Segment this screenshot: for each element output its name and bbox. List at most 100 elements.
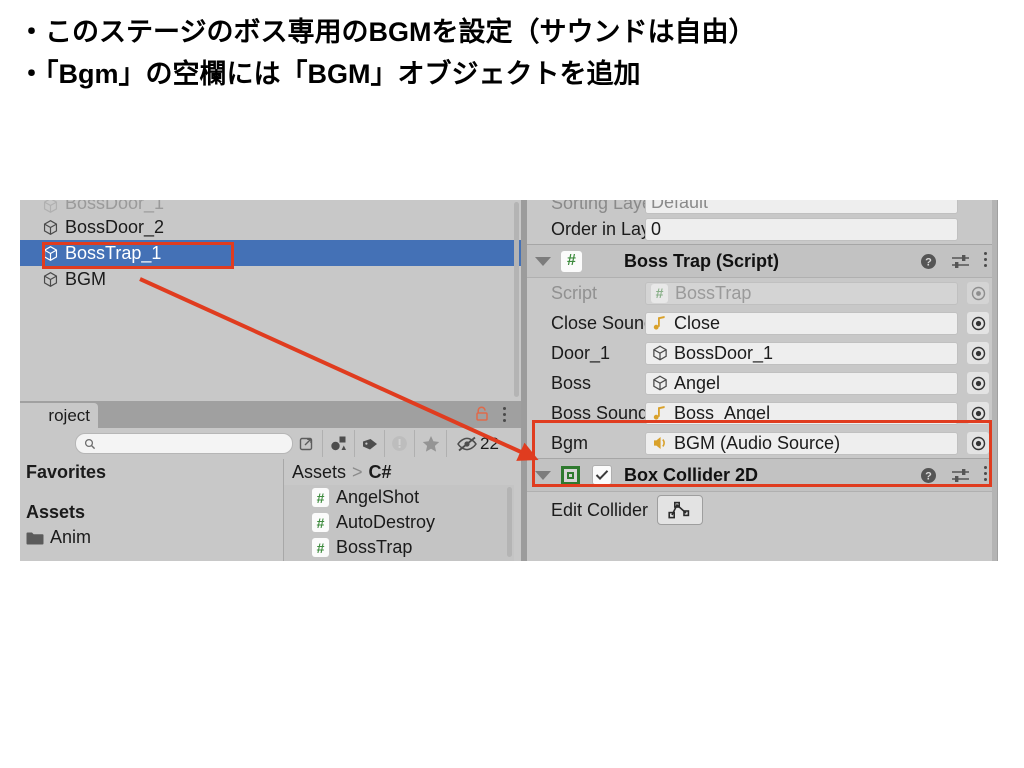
chevron-down-icon[interactable] (535, 256, 551, 266)
kebab-menu-icon[interactable] (984, 466, 988, 484)
audio-clip-icon (653, 316, 665, 330)
target-picker-icon[interactable] (967, 342, 989, 364)
object-field-close-sound[interactable]: Close (645, 311, 958, 335)
object-picker[interactable] (964, 402, 992, 424)
hierarchy-item-bossdoor-1[interactable]: BossDoor_1 (20, 200, 521, 214)
filter-by-label-button[interactable] (354, 430, 384, 457)
assets-header: Assets (26, 502, 86, 522)
assets-list: # AngelShot # AutoDestroy # BossTrap (284, 485, 514, 561)
list-item[interactable]: # BossTrap (284, 535, 514, 560)
object-picker[interactable] (964, 432, 992, 454)
order-in-layer-label: Order in Layer (551, 218, 667, 239)
component-header-boss-trap[interactable]: # Boss Trap (Script) ? (527, 244, 998, 278)
field-value: BossDoor_1 (674, 342, 774, 363)
box-collider-2d-icon (561, 465, 580, 485)
component-enabled-checkbox[interactable] (592, 465, 612, 485)
preset-icon[interactable] (951, 467, 970, 484)
breadcrumb-current[interactable]: C# (369, 462, 392, 483)
field-value: Angel (674, 372, 721, 393)
field-label: Boss (551, 372, 592, 393)
assets-scrollbar[interactable] (507, 487, 512, 557)
filter-by-type-button[interactable] (322, 430, 354, 457)
lock-icon[interactable] (475, 406, 489, 421)
hidden-eye-icon (457, 436, 477, 451)
checkmark-icon (595, 470, 609, 481)
filter-by-type-icon (331, 436, 346, 451)
sorting-layer-label: Sorting Layer (551, 200, 659, 213)
kebab-menu-icon[interactable] (984, 252, 988, 270)
warning-filter-button[interactable] (384, 430, 414, 457)
hidden-objects-button[interactable]: 22 (446, 430, 508, 457)
object-picker[interactable] (964, 342, 992, 364)
search-popout-button[interactable] (294, 430, 320, 457)
tab-project[interactable]: roject (20, 403, 98, 428)
field-value: BGM (Audio Source) (674, 432, 841, 453)
field-row-door-1[interactable]: Door_1 BossDoor_1 (527, 338, 998, 368)
cube-icon (43, 271, 58, 287)
unity-editor-screenshot: BossDoor_1 BossDoor_2 BossTrap_1 BGM roj… (20, 200, 998, 561)
tree-item-anim[interactable]: Anim (26, 527, 91, 548)
target-picker-icon (967, 282, 989, 304)
sorting-layer-dropdown[interactable]: Default (645, 200, 958, 214)
object-field-boss[interactable]: Angel (645, 371, 958, 395)
csharp-script-icon: # (312, 513, 329, 532)
list-item[interactable]: # AutoDestroy (284, 510, 514, 535)
hierarchy-item-bossdoor-2[interactable]: BossDoor_2 (20, 214, 521, 240)
object-field-door-1[interactable]: BossDoor_1 (645, 341, 958, 365)
hierarchy-scrollbar[interactable] (514, 202, 519, 397)
list-item-label: AutoDestroy (336, 512, 436, 532)
field-row-boss-sound[interactable]: Boss Sound Boss_Angel (527, 398, 998, 428)
project-assets-column[interactable]: Assets > C# # AngelShot # AutoDestroy # … (284, 459, 514, 561)
favorite-filter-button[interactable] (414, 430, 446, 457)
target-picker-icon[interactable] (967, 432, 989, 454)
order-in-layer-row[interactable]: Order in Layer 0 (527, 214, 998, 244)
hidden-count-label: 22 (480, 433, 499, 453)
project-toolbar: 22 (20, 428, 521, 460)
favorite-star-icon (422, 436, 439, 452)
project-tree-column[interactable]: Favorites Assets Anim (20, 459, 284, 561)
breadcrumb-root[interactable]: Assets (292, 462, 346, 483)
filter-by-label-icon (362, 438, 377, 449)
preset-icon[interactable] (951, 253, 970, 270)
kebab-menu-icon[interactable] (503, 407, 507, 425)
component-header-box-collider-2d[interactable]: Box Collider 2D ? (527, 458, 998, 492)
edit-collider-button[interactable] (657, 495, 703, 525)
sorting-layer-row[interactable]: Sorting Layer Default (527, 200, 998, 214)
target-picker-icon[interactable] (967, 402, 989, 424)
hierarchy-panel[interactable]: BossDoor_1 BossDoor_2 BossTrap_1 BGM (20, 200, 521, 401)
component-title: Boss Trap (Script) (624, 250, 780, 271)
hierarchy-item-bosstrap-1[interactable]: BossTrap_1 (20, 240, 521, 266)
list-item[interactable]: # AngelShot (284, 485, 514, 510)
audio-source-icon (654, 437, 665, 449)
favorites-header: Favorites (26, 462, 107, 482)
cube-icon (43, 200, 58, 213)
field-row-script[interactable]: Script # BossTrap (527, 278, 998, 308)
help-icon[interactable]: ? (920, 253, 937, 270)
order-in-layer-input[interactable]: 0 (645, 217, 958, 241)
help-icon[interactable]: ? (920, 467, 937, 484)
search-input[interactable] (75, 433, 293, 454)
target-picker-icon[interactable] (967, 312, 989, 334)
field-row-close-sound[interactable]: Close Sound Close (527, 308, 998, 338)
object-field-bgm[interactable]: BGM (Audio Source) (645, 431, 958, 455)
object-field-script: # BossTrap (645, 281, 958, 305)
slide-bullets: ・このステージのボス専用のBGMを設定（サウンドは自由） ・「Bgm」の空欄には… (18, 12, 998, 96)
object-picker (964, 282, 992, 304)
target-picker-icon[interactable] (967, 372, 989, 394)
object-picker[interactable] (964, 372, 992, 394)
object-field-boss-sound[interactable]: Boss_Angel (645, 401, 958, 425)
component-header-icons: ? (920, 245, 988, 277)
field-value: Close (674, 312, 721, 333)
chevron-down-icon[interactable] (535, 470, 551, 480)
cube-icon (43, 245, 58, 261)
hierarchy-item-label: BossTrap_1 (65, 242, 162, 263)
cube-icon (653, 375, 667, 391)
field-label: Script (551, 282, 598, 303)
field-row-bgm[interactable]: Bgm BGM (Audio Source) (527, 428, 998, 458)
object-picker[interactable] (964, 312, 992, 334)
edit-collider-row[interactable]: Edit Collider (527, 492, 998, 528)
field-value: BossTrap (675, 282, 752, 303)
field-row-boss[interactable]: Boss Angel (527, 368, 998, 398)
bullet-line-2: ・「Bgm」の空欄には「BGM」オブジェクトを追加 (18, 58, 641, 89)
hierarchy-item-bgm[interactable]: BGM (20, 266, 521, 292)
